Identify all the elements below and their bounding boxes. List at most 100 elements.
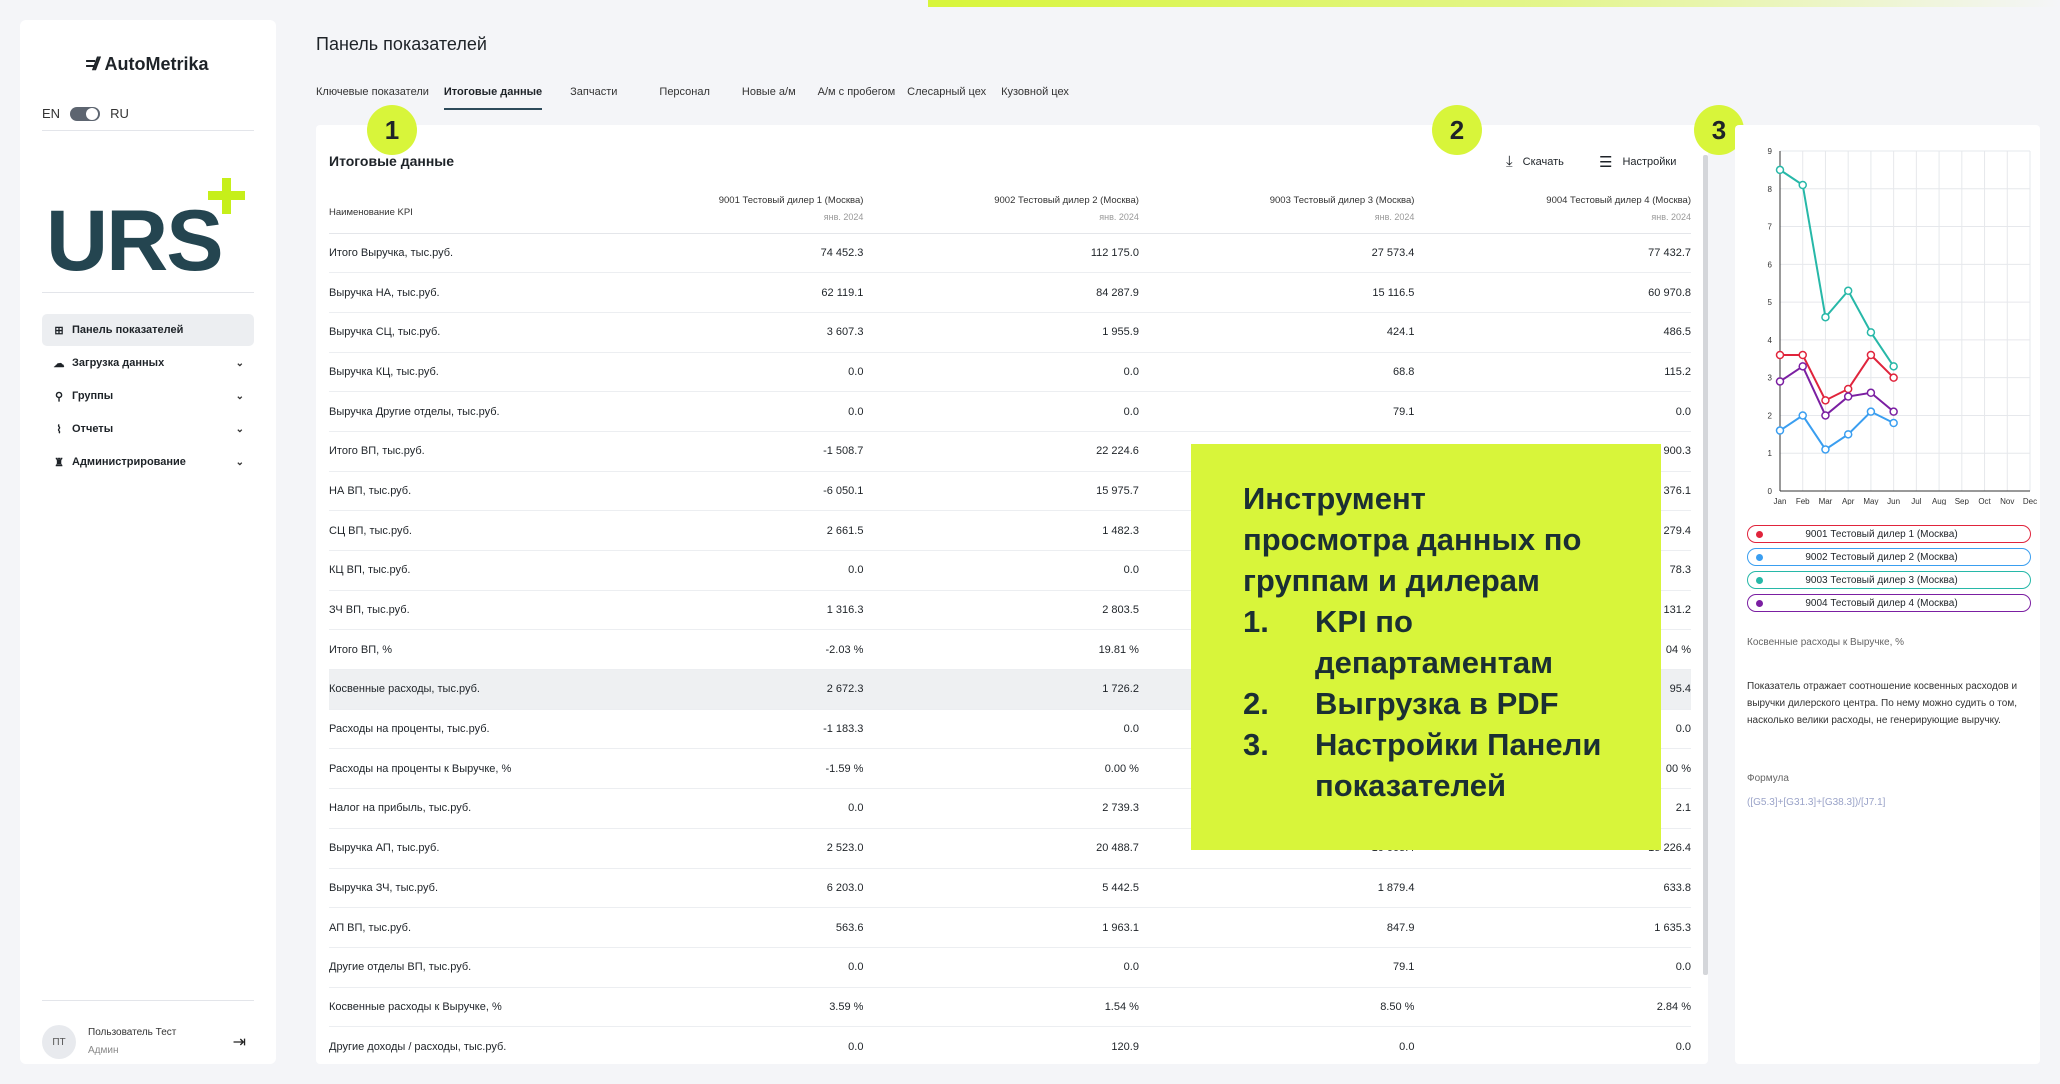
tab-used-cars[interactable]: А/м с пробегом [818, 82, 896, 110]
groups-icon: ⚲ [54, 390, 64, 403]
value-cell: 20 488.7 [863, 828, 1139, 869]
data-point [1775, 350, 1785, 360]
sidebar-item-dashboard[interactable]: ⊞ Панель показателей [42, 314, 254, 346]
value-cell: 0.0 [567, 947, 864, 988]
table-scrollbar[interactable] [1703, 155, 1708, 975]
lang-toggle[interactable] [70, 106, 101, 121]
kpi-name-cell: Налог на прибыль, тыс.руб. [329, 788, 568, 829]
tab-body-shop[interactable]: Кузовной цех [1001, 82, 1069, 110]
series-line [1779, 169, 1895, 367]
sidebar-item-data-upload[interactable]: ☁ Загрузка данных ⌄ [42, 347, 254, 379]
table-row[interactable]: Другие доходы / расходы, тыс.руб. 0.0 120.… [329, 1026, 1691, 1064]
value-cell: 633.8 [1414, 868, 1691, 909]
kpi-detail-panel: 0 1 2 3 4 5 6 7 8 9 Jan Feb Mar Apr May Jun Jul Aug Sep Oct… [1735, 125, 2040, 1064]
tab-key-indicators[interactable]: Ключевые показатели [316, 82, 429, 110]
table-row[interactable]: АП ВП, тыс.руб. 563.6 1 963.1 847.9 1 635.3 [329, 907, 1691, 948]
legend-item[interactable]: 9004 Тестовый дилер 4 (Москва) [1747, 594, 2031, 612]
value-cell: 424.1 [1138, 312, 1415, 353]
value-cell: 2 739.3 [863, 788, 1139, 829]
annotation-marker-1: 1 [367, 105, 417, 155]
tab-service[interactable]: Слесарный цех [907, 82, 986, 110]
x-tick-label: Jan [1774, 497, 1787, 505]
legend-item[interactable]: 9003 Тестовый дилер 3 (Москва) [1747, 571, 2031, 589]
tab-staff[interactable]: Персонал [659, 82, 710, 110]
value-cell: 2 661.5 [567, 510, 864, 551]
callout-title-line: группам и дилерам [1243, 563, 1540, 598]
sidebar: =// AutoMetrika EN RU URS ⊞ Панель показ… [20, 20, 276, 1064]
callout-item: 1. KPI по департаментам [1243, 604, 1554, 680]
dealer-column-header[interactable]: 9002 Тестовый дилер 2 (Москва) янв. 2024 [863, 195, 1139, 234]
value-cell: 1 482.3 [863, 510, 1139, 551]
data-point [1775, 165, 1785, 175]
value-cell: 1 879.4 [1138, 868, 1415, 909]
value-cell: 0.0 [863, 709, 1139, 750]
chevron-down-icon: ⌄ [235, 390, 244, 402]
sidebar-item-admin[interactable]: ♜ Администрирование ⌄ [42, 446, 254, 478]
data-point [1866, 328, 1876, 337]
value-cell: 0.0 [567, 352, 864, 393]
tab-summary[interactable]: Итоговые данные [443, 82, 543, 110]
legend-item[interactable]: 9002 Тестовый дилер 2 (Москва) [1747, 548, 2031, 566]
value-cell: -1 183.3 [567, 709, 864, 750]
data-point [1821, 312, 1830, 322]
table-row[interactable]: Выручка Другие отделы, тыс.руб. 0.0 0.0 79.… [329, 391, 1691, 432]
value-cell: 60 970.8 [1414, 272, 1691, 313]
value-cell: 5 442.5 [863, 868, 1139, 909]
value-cell: 0.00 % [863, 748, 1139, 790]
dealer-column-header[interactable]: 9003 Тестовый дилер 3 (Москва) янв. 2024 [1138, 195, 1415, 234]
table-row[interactable]: Косвенные расходы к Выручке, % 3.59 % 1.54… [329, 987, 1691, 1028]
series-line [1779, 364, 1895, 418]
table-row[interactable]: Другие отделы ВП, тыс.руб. 0.0 0.0 79.1 0.0 [329, 947, 1691, 988]
data-point [1798, 180, 1807, 190]
value-cell: 79.1 [1138, 391, 1415, 432]
legend-item[interactable]: 9001 Тестовый дилер 1 (Москва) [1747, 525, 2031, 543]
sidebar-item-label: Панель показателей [72, 324, 184, 336]
value-cell: 15 975.7 [863, 471, 1139, 512]
download-button[interactable]: ⤓ Скачать [1506, 153, 1564, 170]
language-switch[interactable]: EN RU [42, 106, 129, 121]
value-cell: 2 523.0 [567, 828, 864, 869]
value-cell: -1.59 % [567, 748, 864, 790]
legend-dot [1756, 576, 1763, 584]
divider [42, 1000, 254, 1001]
brand[interactable]: =// AutoMetrika [85, 54, 209, 75]
data-point [1843, 286, 1853, 296]
value-cell: 3 607.3 [567, 312, 864, 353]
value-cell: 0.0 [1414, 391, 1691, 432]
kpi-name-cell: Расходы на проценты к Выручке, % [329, 748, 568, 790]
value-cell: 1 726.2 [863, 669, 1139, 710]
value-cell: 0.0 [567, 550, 864, 591]
logo-text: URS [46, 193, 222, 280]
value-cell: -6 050.1 [567, 471, 864, 512]
value-cell: 1 963.1 [863, 907, 1139, 948]
table-row[interactable]: Итого Выручка, тыс.руб. 74 452.3 112 175.0… [329, 233, 1691, 274]
y-tick-label: 9 [1768, 147, 1773, 156]
avatar[interactable]: ПТ [42, 1025, 76, 1059]
feature-callout: Инструмент просмотра данных по группам и… [1191, 444, 1661, 850]
tab-parts[interactable]: Запчасти [570, 82, 617, 110]
sidebar-item-groups[interactable]: ⚲ Группы ⌄ [42, 380, 254, 412]
sidebar-item-label: Группы [72, 390, 114, 402]
cloud-upload-icon: ☁ [53, 357, 65, 370]
table-row[interactable]: Выручка НА, тыс.руб. 62 119.1 84 287.9 15 1… [329, 272, 1691, 313]
table-row[interactable]: Выручка КЦ, тыс.руб. 0.0 0.0 68.8 115.2 [329, 352, 1691, 393]
tab-new-cars[interactable]: Новые а/м [742, 82, 796, 110]
table-row[interactable]: Выручка ЗЧ, тыс.руб. 6 203.0 5 442.5 1 879.… [329, 868, 1691, 909]
lang-en-label: EN [42, 106, 61, 121]
legend-dot [1756, 530, 1763, 538]
data-point [1821, 445, 1830, 454]
table-row[interactable]: Выручка СЦ, тыс.руб. 3 607.3 1 955.9 424.1 4… [329, 312, 1691, 353]
value-cell: 2 803.5 [863, 590, 1139, 631]
sidebar-item-reports[interactable]: ⌇ Отчеты ⌄ [42, 413, 254, 445]
value-cell: 68.8 [1138, 352, 1415, 393]
y-tick-label: 7 [1768, 223, 1773, 232]
kpi-name-cell: Итого Выручка, тыс.руб. [329, 233, 568, 274]
detail-description: Показатель отражает соотношение косвенны… [1747, 681, 2018, 726]
data-point [1821, 396, 1830, 405]
dealer-column-header[interactable]: 9001 Тестовый дилер 1 (Москва) янв. 2024 [567, 195, 864, 234]
legend-dot [1756, 599, 1763, 607]
logout-icon[interactable]: ⇥ [233, 1032, 246, 1052]
settings-button[interactable]: ☰ Настройки [1599, 153, 1676, 171]
dealer-column-header[interactable]: 9004 Тестовый дилер 4 (Москва) янв. 2024 [1414, 195, 1691, 234]
reports-icon: ⌇ [56, 423, 62, 436]
